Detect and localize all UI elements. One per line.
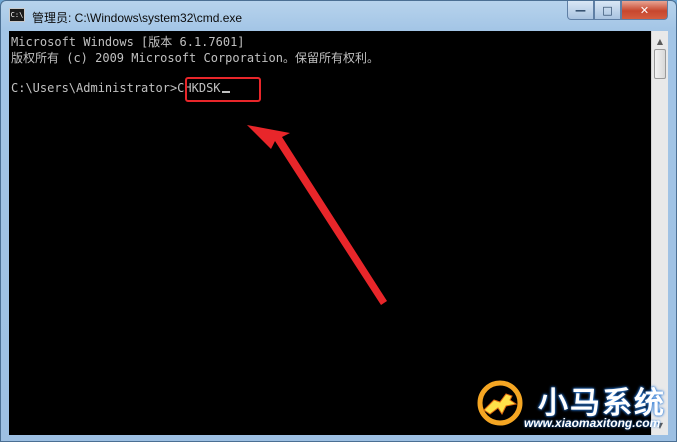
horse-logo-icon [477, 380, 523, 426]
vertical-scrollbar[interactable]: ▲ ▼ [651, 31, 668, 435]
caption-buttons: — □ ✕ [567, 1, 668, 21]
window-title: 管理员: C:\Windows\system32\cmd.exe [32, 11, 243, 25]
annotation-arrow [247, 125, 387, 305]
watermark-url: www.xiaomaxitong.com [524, 416, 661, 430]
console-area[interactable]: Microsoft Windows [版本 6.1.7601] 版权所有 (c)… [9, 31, 651, 435]
cmd-app-icon[interactable]: C:\ [9, 8, 25, 22]
title-bar[interactable]: C:\ 管理员: C:\Windows\system32\cmd.exe — □… [1, 1, 676, 31]
cmd-window: C:\ 管理员: C:\Windows\system32\cmd.exe — □… [0, 0, 677, 442]
minimize-button[interactable]: — [567, 1, 594, 20]
watermark: 小马系统 www.xiaomaxitong.com [466, 376, 666, 438]
maximize-button[interactable]: □ [594, 1, 621, 20]
close-button[interactable]: ✕ [621, 1, 668, 20]
arrow-icon [247, 125, 387, 305]
scroll-thumb[interactable] [654, 49, 666, 79]
scroll-up-arrow[interactable]: ▲ [652, 33, 668, 49]
